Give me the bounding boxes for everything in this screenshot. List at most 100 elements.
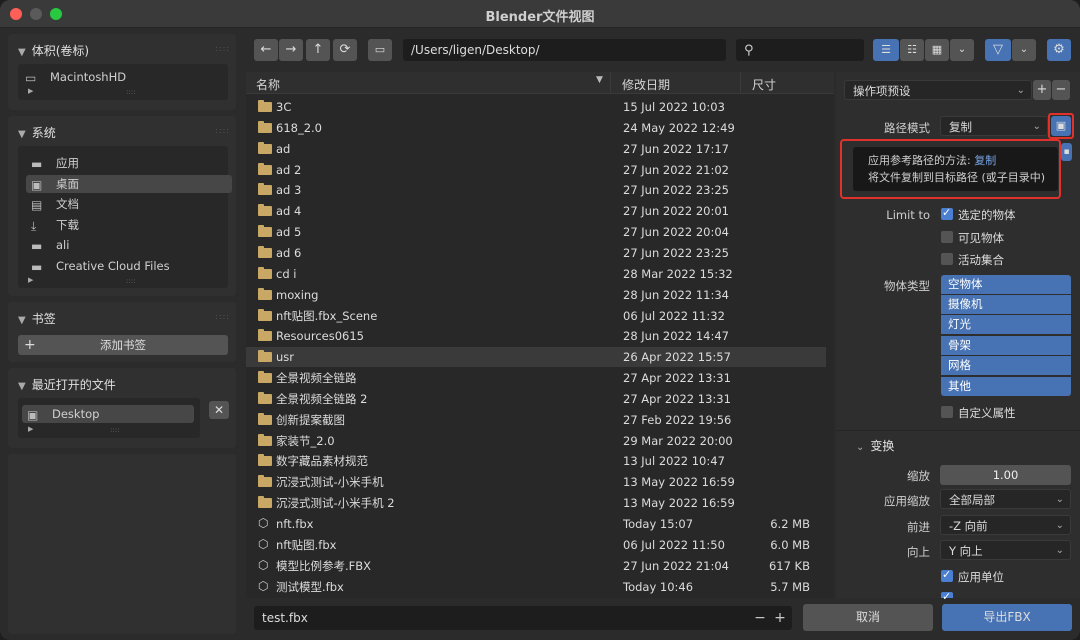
new-folder-button[interactable]: ▭: [368, 39, 392, 61]
file-row[interactable]: ad 6 27 Jun 2022 23:25: [246, 243, 826, 263]
file-row[interactable]: nft贴图.fbx_Scene 06 Jul 2022 11:32: [246, 306, 826, 326]
selected-objects-checkbox[interactable]: [941, 206, 953, 220]
sidebar-item-applications[interactable]: ▬ 应用: [26, 154, 232, 172]
visible-objects-checkbox[interactable]: [941, 231, 953, 243]
column-header-date[interactable]: 修改日期: [622, 76, 670, 93]
apply-unit-checkbox[interactable]: [941, 568, 953, 582]
custom-properties-checkbox[interactable]: [941, 406, 953, 418]
file-row[interactable]: ad 3 27 Jun 2022 23:25: [246, 180, 826, 200]
object-type-armature[interactable]: 骨架: [941, 336, 1071, 355]
file-row[interactable]: 创新提案截图 27 Feb 2022 19:56: [246, 410, 826, 430]
apply-scaling-label: 应用缩放: [884, 494, 930, 508]
object-type-mesh[interactable]: 网格: [941, 356, 1071, 375]
up-dropdown[interactable]: Y 向上 ⌄: [940, 540, 1071, 560]
add-bookmark-button[interactable]: + 添加书签: [18, 335, 228, 355]
view-horizontal-list-button[interactable]: ☷: [900, 39, 924, 61]
sidebar-item-creative-cloud[interactable]: ▬ Creative Cloud Files: [26, 257, 232, 275]
settings-button[interactable]: ⚙: [1047, 39, 1071, 61]
object-type-other[interactable]: 其他: [941, 377, 1071, 396]
custom-properties-label: 自定义属性: [958, 406, 1016, 420]
file-row[interactable]: ad 27 Jun 2022 17:17: [246, 139, 826, 159]
search-field[interactable]: ⚲: [736, 39, 864, 61]
increment-filename-button[interactable]: +: [770, 606, 790, 630]
export-fbx-button[interactable]: 导出FBX: [942, 604, 1072, 631]
object-type-camera[interactable]: 摄像机: [941, 295, 1071, 314]
file-row[interactable]: 618_2.0 24 May 2022 12:49: [246, 118, 826, 138]
cancel-button[interactable]: 取消: [803, 604, 933, 631]
file-row[interactable]: ⬡ 模型比例参考.FBX 27 Jun 2022 21:04 617 KB: [246, 556, 826, 576]
path-field[interactable]: /Users/ligen/Desktop/: [403, 39, 726, 61]
file-name: 全景视频全链路 2: [276, 391, 368, 406]
file-row[interactable]: usr 26 Apr 2022 15:57: [246, 347, 826, 368]
partial-checkbox[interactable]: [941, 590, 953, 603]
remove-recent-button[interactable]: ✕: [209, 401, 229, 419]
file-date: 28 Jun 2022 14:47: [623, 329, 729, 344]
scale-input[interactable]: 1.00: [940, 465, 1071, 485]
file-row[interactable]: 家装节_2.0 29 Mar 2022 20:00: [246, 431, 826, 451]
view-thumbnails-button[interactable]: ▦: [925, 39, 949, 61]
file-row[interactable]: 沉浸式测试-小米手机 2 13 May 2022 16:59: [246, 493, 826, 513]
forward-dropdown[interactable]: -Z 向前 ⌄: [940, 515, 1071, 535]
file-row[interactable]: cd i 28 Mar 2022 15:32: [246, 264, 826, 284]
recent-item-desktop[interactable]: ▣ Desktop: [22, 405, 194, 423]
file-row[interactable]: 3C 15 Jul 2022 10:03: [246, 97, 826, 117]
folder-icon: [258, 287, 272, 300]
file-date: 13 May 2022 16:59: [623, 475, 735, 490]
apply-scaling-dropdown[interactable]: 全部局部 ⌄: [940, 489, 1071, 509]
system-header[interactable]: ▼ 系统: [18, 124, 56, 141]
file-row[interactable]: ⬡ nft贴图.fbx 06 Jul 2022 11:50 6.0 MB: [246, 535, 826, 555]
file-row[interactable]: ⬡ 测试模型.fbx Today 10:46 5.7 MB: [246, 577, 826, 597]
object-type-empty[interactable]: 空物体: [941, 275, 1071, 294]
operator-presets-dropdown[interactable]: 操作项预设 ⌄: [844, 80, 1032, 100]
file-date: 27 Jun 2022 17:17: [623, 141, 729, 156]
file-row[interactable]: 沉浸式测试-小米手机 13 May 2022 16:59: [246, 472, 826, 492]
filename-field[interactable]: test.fbx: [254, 606, 792, 630]
transform-section-header[interactable]: ⌄ 变换: [856, 437, 894, 454]
object-type-light[interactable]: 灯光: [941, 315, 1071, 334]
parent-directory-button[interactable]: ↑: [306, 39, 330, 61]
column-header-name[interactable]: 名称: [256, 76, 280, 93]
view-options-dropdown[interactable]: ⌄: [950, 39, 974, 61]
remove-preset-button[interactable]: −: [1052, 80, 1070, 100]
embed-textures-toggle[interactable]: ▣: [1051, 116, 1071, 136]
sidebar-item-documents[interactable]: ▤ 文档: [26, 195, 232, 213]
active-collection-checkbox[interactable]: [941, 253, 953, 265]
back-button[interactable]: ←: [254, 39, 278, 61]
file-row[interactable]: ⬡ nft.fbx Today 15:07 6.2 MB: [246, 514, 826, 534]
file-date: 27 Apr 2022 13:31: [623, 391, 731, 406]
batch-mode-toggle[interactable]: ▪: [1061, 143, 1072, 161]
file-row[interactable]: ad 2 27 Jun 2022 21:02: [246, 160, 826, 180]
recent-panel: ▼ 最近打开的文件 ▣ Desktop ▶ :::: ✕: [8, 368, 236, 448]
bookmarks-header[interactable]: ▼ 书签: [18, 310, 56, 327]
column-header-size[interactable]: 尺寸: [752, 76, 776, 93]
folder-icon: [258, 371, 272, 384]
decrement-filename-button[interactable]: −: [750, 606, 770, 630]
file-row[interactable]: 全景视频全链路 27 Apr 2022 13:31: [246, 368, 826, 388]
file-row[interactable]: moxing 28 Jun 2022 11:34: [246, 285, 826, 305]
forward-button[interactable]: →: [279, 39, 303, 61]
sort-descending-icon[interactable]: ▼: [596, 75, 603, 85]
close-icon: ✕: [213, 403, 225, 417]
sidebar-item-macintoshhd[interactable]: ▭ MacintoshHD: [20, 68, 226, 86]
sidebar-item-downloads[interactable]: ⤓ 下载: [26, 216, 232, 234]
recent-header[interactable]: ▼ 最近打开的文件: [18, 376, 116, 393]
file-name: 沉浸式测试-小米手机 2: [276, 496, 395, 511]
minus-icon: −: [1055, 82, 1067, 97]
filter-toggle-button[interactable]: ▽: [985, 39, 1011, 61]
file-row[interactable]: ad 5 27 Jun 2022 20:04: [246, 222, 826, 242]
volumes-header[interactable]: ▼ 体积(卷标): [18, 42, 89, 59]
file-row[interactable]: Resources0615 28 Jun 2022 14:47: [246, 326, 826, 346]
view-vertical-list-button[interactable]: ☰: [873, 39, 899, 61]
filter-options-dropdown[interactable]: ⌄: [1012, 39, 1036, 61]
path-mode-dropdown[interactable]: 复制 ⌄: [940, 116, 1048, 136]
file-row[interactable]: 数字藏品素材规范 13 Jul 2022 10:47: [246, 451, 826, 471]
sidebar-item-ali[interactable]: ▬ ali: [26, 236, 232, 254]
file-row[interactable]: ad 4 27 Jun 2022 20:01: [246, 201, 826, 221]
add-preset-button[interactable]: +: [1033, 80, 1051, 100]
sidebar-item-desktop[interactable]: ▣ 桌面: [26, 175, 232, 193]
bookmarks-panel: ▼ 书签 :::: + 添加书签: [8, 302, 236, 362]
minus-icon: −: [754, 610, 766, 626]
file-row[interactable]: 全景视频全链路 2 27 Apr 2022 13:31: [246, 389, 826, 409]
refresh-button[interactable]: ⟳: [333, 39, 357, 61]
folder-icon: [258, 183, 272, 196]
